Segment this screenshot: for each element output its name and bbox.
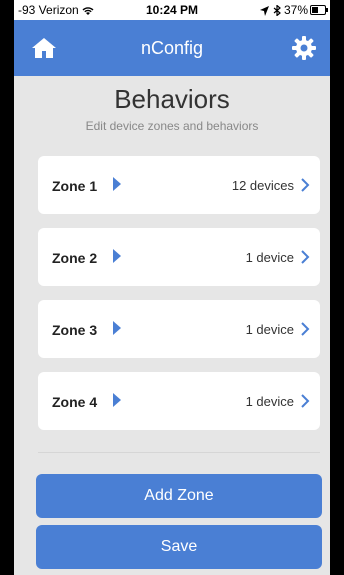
nav-bar: nConfig: [14, 20, 330, 76]
play-icon[interactable]: [112, 321, 122, 335]
device-count: 12 devices: [231, 178, 294, 193]
zone-name: Zone 3: [52, 322, 98, 338]
device-count: 1 device: [245, 250, 294, 265]
page-subtitle: Edit device zones and behaviors: [85, 119, 259, 133]
page-title: Behaviors: [114, 84, 230, 114]
divider: [38, 452, 320, 453]
location-icon: [260, 5, 270, 16]
chevron-right-icon: [301, 322, 310, 336]
save-button[interactable]: Save: [36, 525, 322, 569]
page-header: Behaviors Edit device zones and behavior…: [14, 84, 330, 133]
app-title: nConfig: [140, 38, 204, 58]
add-zone-button[interactable]: Add Zone: [36, 474, 322, 518]
device-count: 1 device: [245, 394, 294, 409]
status-bar: -93 Verizon 10:24 PM 37%: [14, 0, 330, 20]
battery-icon: [310, 5, 328, 15]
zone-card-4[interactable]: Zone 4 1 device: [38, 372, 320, 430]
chevron-right-icon: [301, 394, 310, 408]
chevron-right-icon: [301, 178, 310, 192]
zone-name: Zone 2: [52, 250, 98, 266]
play-icon[interactable]: [112, 177, 122, 191]
chevron-right-icon: [301, 250, 310, 264]
play-icon[interactable]: [112, 249, 122, 263]
zone-card-1[interactable]: Zone 1 12 devices: [38, 156, 320, 214]
zone-card-3[interactable]: Zone 3 1 device: [38, 300, 320, 358]
play-icon[interactable]: [112, 393, 122, 407]
app-screen: -93 Verizon 10:24 PM 37% nConfig Behavio…: [14, 0, 330, 575]
device-count: 1 device: [245, 322, 294, 337]
zone-card-2[interactable]: Zone 2 1 device: [38, 228, 320, 286]
gear-icon[interactable]: [292, 36, 316, 60]
battery-percent: 37%: [283, 3, 308, 17]
bluetooth-icon: [273, 4, 281, 18]
zone-name: Zone 4: [52, 394, 98, 410]
zone-name: Zone 1: [52, 178, 98, 194]
